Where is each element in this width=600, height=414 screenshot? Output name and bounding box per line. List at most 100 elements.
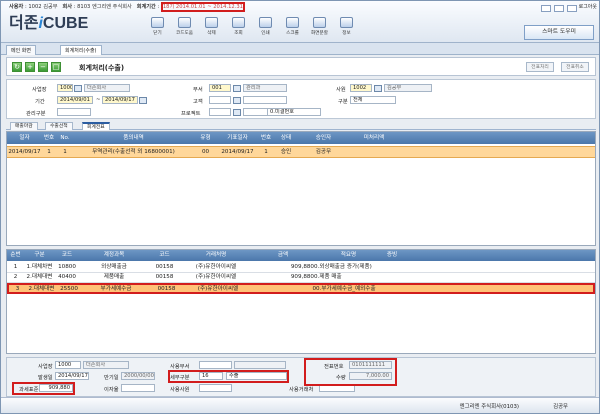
due-date-label: 만기일 <box>104 375 119 381</box>
department-search-icon[interactable] <box>233 85 241 92</box>
close-window-icon[interactable] <box>567 5 577 12</box>
logout-link[interactable]: 로그아웃 <box>579 3 597 10</box>
management-label: 관리구분 <box>26 111 46 117</box>
toolbar-info-button[interactable]: 정보 <box>333 17 360 41</box>
delete-icon <box>205 17 218 28</box>
business-label: 사업장 <box>32 87 47 93</box>
customer-label: 고객 <box>193 99 203 105</box>
top-header: 사용자 : 1002 김공무 회사 : 8103 엔그리엔 주식회사 회계기간 … <box>1 1 599 43</box>
project-search-icon[interactable] <box>233 109 241 116</box>
due-date-input[interactable]: 2000/00/00 <box>121 372 155 380</box>
user-employee-label: 사용사원 <box>170 387 190 393</box>
voucher-grid-header: 일자 번호 No. 품의내역 유형 기표일자 번호 상태 승인자 미처리액 <box>7 132 595 144</box>
occurrence-date-input[interactable]: 2014/09/17 <box>55 372 89 380</box>
voucher-highlight <box>304 358 397 386</box>
department-code-input[interactable]: 001 <box>209 84 231 92</box>
tab-export-shipping[interactable]: 수출선적 <box>45 122 73 130</box>
minimize-icon[interactable] <box>541 5 551 12</box>
transfer-button[interactable]: 전표처리 <box>526 62 554 72</box>
customer-search-icon[interactable] <box>233 97 241 104</box>
employee-code-input[interactable]: 1002 <box>350 84 372 92</box>
tab-home[interactable]: 메인 화면 <box>6 45 36 55</box>
use-department-name <box>234 361 286 369</box>
cancel-button[interactable]: 전표취소 <box>561 62 589 72</box>
project-code-input[interactable] <box>209 108 231 116</box>
page-toolbar: ↻ + − □ 회계처리(수출) 전표처리 전표취소 <box>6 57 596 76</box>
split-view-icon <box>313 17 326 28</box>
table-row[interactable]: 2 2.대체대변 40400 제품매출 00158 (주)유한아이씨엘 909,880 0.제… <box>7 273 595 283</box>
detail-business-code[interactable]: 1000 <box>55 361 81 369</box>
toolbar-close-button[interactable]: 닫기 <box>144 17 171 41</box>
department-name-field: 관리과 <box>243 84 287 92</box>
period-to-input[interactable]: 2014/09/17 <box>102 96 138 104</box>
table-row[interactable]: 1 1.대체차변 10800 외상매출금 00158 (주)유한아이씨엘 909,880 0.… <box>7 263 595 273</box>
toolbar-scroll-button[interactable]: 스크롤 <box>279 17 306 41</box>
department-label: 부서 <box>193 87 203 93</box>
taxable-standard-highlight <box>12 382 75 395</box>
use-department-label: 사용부서 <box>170 364 190 370</box>
main-toolbar: 닫기 코드도움 삭제 조회 인쇄 스크롤 화면분할 정보 <box>144 17 360 41</box>
toolbar-print-button[interactable]: 인쇄 <box>252 17 279 41</box>
application-window: 사용자 : 1002 김공무 회사 : 8103 엔그리엔 주식회사 회계기간 … <box>0 0 600 414</box>
smart-helper-button[interactable]: 스마트 도우미 <box>524 25 594 40</box>
company-status: 엔그리엔 주식회사(0103) <box>459 404 519 410</box>
page-title: 회계처리(수출) <box>79 64 125 72</box>
user-employee-input[interactable] <box>199 384 232 392</box>
app-logo: 더존iCUBE <box>9 15 89 32</box>
customer-name-field[interactable] <box>243 96 287 104</box>
occurrence-date-label: 발생일 <box>38 375 53 381</box>
employee-name-field: 김공무 <box>384 84 432 92</box>
code-help-icon <box>178 17 191 28</box>
voucher-grid: 일자 번호 No. 품의내역 유형 기표일자 번호 상태 승인자 미처리액 20… <box>6 131 596 246</box>
detail-panel: 사업장 1000 더존회사 사용부서 발생일 2014/09/17 만기일 20… <box>6 357 596 397</box>
customer-code-input[interactable] <box>209 96 231 104</box>
table-row[interactable]: 3 2.대체대변 25500 부가세예수금 00158 (주)유한아이씨엘 0 0.부가세예수… <box>7 283 595 294</box>
period-label: 회계기간 <box>136 4 156 10</box>
add-icon[interactable]: + <box>25 62 35 72</box>
calendar-icon[interactable] <box>139 97 147 104</box>
period-value: 18기 2014.01.01 ~ 2014.12.31 <box>160 2 245 12</box>
business-code-input[interactable]: 1000 <box>57 84 73 92</box>
detail-business-label: 사업장 <box>38 364 53 370</box>
period-filter-label: 기간 <box>35 99 45 105</box>
minus-icon[interactable]: − <box>38 62 48 72</box>
tax-type-highlight <box>168 370 289 383</box>
restore-icon[interactable] <box>554 5 564 12</box>
toolbar-split-button[interactable]: 화면분할 <box>306 17 333 41</box>
user-customer-label: 사용거래처 <box>289 387 314 393</box>
filter-panel: 사업장 1000 더존회사 부서 001 관리과 사원 1002 김공무 기간 … <box>6 79 596 119</box>
scroll-icon <box>286 17 299 28</box>
window-icon[interactable]: □ <box>51 62 61 72</box>
info-icon <box>340 17 353 28</box>
status-bar: 엔그리엔 주식회사(0103) 김공무 <box>1 397 599 413</box>
table-row[interactable]: 2014/09/17 1 1 무역관리(수출선적 외 16800001) 00 … <box>7 146 595 158</box>
use-department-input[interactable] <box>199 361 232 369</box>
tab-account-voucher[interactable]: 회계전표 <box>82 122 110 130</box>
project-label: 프로젝트 <box>181 111 201 117</box>
interest-rate-input[interactable] <box>121 384 155 392</box>
user-status: 김공무 <box>553 404 568 410</box>
detail-business-name: 더존회사 <box>83 361 129 369</box>
toolbar-delete-button[interactable]: 삭제 <box>198 17 225 41</box>
window-tabs: 메인 화면 회계처리(수출) <box>1 43 599 55</box>
interest-rate-label: 이자율 <box>104 387 119 393</box>
business-name-field: 더존회사 <box>84 84 130 92</box>
toolbar-search-button[interactable]: 조회 <box>225 17 252 41</box>
refresh-icon[interactable]: ↻ <box>12 62 22 72</box>
division-label: 구분 <box>338 99 348 105</box>
toolbar-code-help-button[interactable]: 코드도움 <box>171 17 198 41</box>
management-input[interactable] <box>57 108 91 116</box>
window-icons <box>541 5 577 12</box>
close-icon <box>151 17 164 28</box>
subtab-bar: 매출마감 수출선적 회계전표 <box>6 122 596 130</box>
journal-grid: 순번 구분 코드 계정과목 코드 거래처명 금액 적요명 증빙 1 1.대체차변 1… <box>6 249 596 354</box>
period-from-input[interactable]: 2014/09/01 <box>57 96 93 104</box>
employee-label: 사원 <box>336 87 346 93</box>
tab-export-accounting[interactable]: 회계처리(수출) <box>60 45 102 55</box>
division-select[interactable]: 전체 <box>350 96 396 104</box>
business-search-icon[interactable] <box>74 85 82 92</box>
tab-sales-closing[interactable]: 매출마감 <box>10 122 38 130</box>
employee-search-icon[interactable] <box>374 85 382 92</box>
pending-number-select[interactable]: 0.미결번호 <box>267 108 321 116</box>
search-icon <box>232 17 245 28</box>
